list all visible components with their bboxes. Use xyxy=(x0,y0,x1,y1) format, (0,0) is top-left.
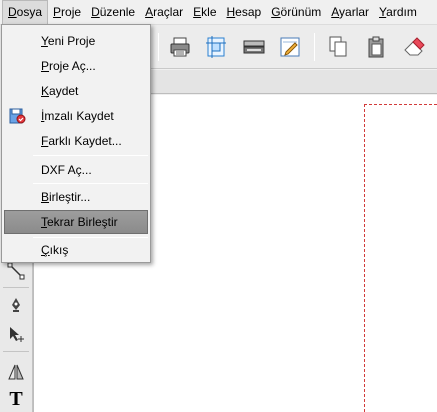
move-tool-icon[interactable] xyxy=(3,321,29,347)
toolbar-separator xyxy=(314,33,315,61)
file-menu-dropdown: Yeni Proje Proje Aç... Kaydet İmzalı Kay… xyxy=(1,24,151,263)
menu-item-label: Birleştir... xyxy=(41,190,91,204)
main-toolbar xyxy=(148,25,437,69)
pen-tool-icon[interactable] xyxy=(3,292,29,318)
menu-ayarlar[interactable]: Ayarlar xyxy=(326,0,374,25)
paste-icon[interactable] xyxy=(362,33,390,61)
menu-item-label: Proje Aç... xyxy=(41,59,96,73)
menu-separator xyxy=(33,155,148,156)
menu-bar: Dosya Proje Düzenle Araçlar Ekle Hesap G… xyxy=(0,0,437,25)
menu-item-cikis[interactable]: Çıkış xyxy=(4,238,148,262)
menu-yardim[interactable]: Yardım xyxy=(374,0,422,25)
menu-item-tekrar-birlestir[interactable]: Tekrar Birleştir xyxy=(4,210,148,234)
page-border-horizontal xyxy=(364,104,437,105)
menu-ekle[interactable]: Ekle xyxy=(188,0,221,25)
page-border-vertical xyxy=(364,104,365,412)
menu-item-label: Kaydet xyxy=(41,84,79,98)
scanner-icon[interactable] xyxy=(240,33,268,61)
menu-item-label: Yeni Proje xyxy=(41,34,96,48)
menu-item-birlestir[interactable]: Birleştir... xyxy=(4,185,148,209)
tool-separator xyxy=(3,351,29,352)
menu-item-label: Farklı Kaydet... xyxy=(41,134,122,148)
print-icon[interactable] xyxy=(166,33,194,61)
menu-item-yeni-proje[interactable]: Yeni Proje xyxy=(4,29,148,53)
menu-item-dxf-ac[interactable]: DXF Aç... xyxy=(4,158,148,182)
text-tool-icon[interactable]: T xyxy=(3,386,29,412)
tool-separator xyxy=(3,287,29,288)
menu-hesap[interactable]: Hesap xyxy=(222,0,267,25)
menu-item-label: Tekrar Birleştir xyxy=(41,215,118,229)
menu-item-label: DXF Aç... xyxy=(41,163,92,177)
menu-item-farkli-kaydet[interactable]: Farklı Kaydet... xyxy=(4,129,148,153)
menu-item-label: Çıkış xyxy=(41,243,69,257)
edit-icon[interactable] xyxy=(276,33,304,61)
menu-item-imzali-kaydet[interactable]: İmzalı Kaydet xyxy=(4,104,148,128)
menu-separator xyxy=(33,183,148,184)
eraser-icon[interactable] xyxy=(400,33,428,61)
signed-save-icon xyxy=(8,107,26,125)
toolbar-separator xyxy=(158,33,159,61)
menu-duzenle[interactable]: Düzenle xyxy=(86,0,140,25)
copy-icon[interactable] xyxy=(324,33,352,61)
page-setup-icon[interactable] xyxy=(202,33,230,61)
menu-proje[interactable]: Proje xyxy=(48,0,86,25)
menu-item-label: İmzalı Kaydet xyxy=(41,109,114,123)
menu-item-kaydet[interactable]: Kaydet xyxy=(4,79,148,103)
menu-item-proje-ac[interactable]: Proje Aç... xyxy=(4,54,148,78)
mirror-tool-icon[interactable] xyxy=(3,359,29,385)
menu-gorunum[interactable]: Görünüm xyxy=(266,0,326,25)
menu-araclar[interactable]: Araçlar xyxy=(140,0,188,25)
secondary-bar xyxy=(148,70,437,94)
menu-dosya[interactable]: Dosya xyxy=(2,0,49,25)
